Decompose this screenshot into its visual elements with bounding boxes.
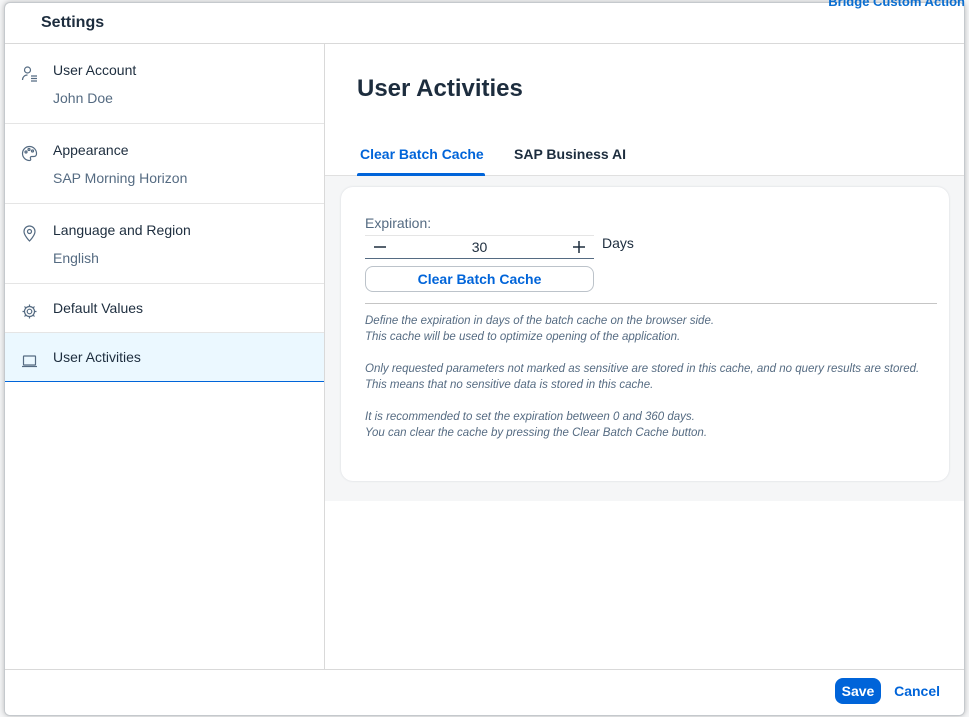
dialog-title: Settings bbox=[5, 3, 964, 44]
sidebar-item-appearance[interactable]: Appearance SAP Morning Horizon bbox=[5, 124, 324, 204]
sidebar-item-label: User Account bbox=[53, 62, 137, 78]
tab-content-area: Expiration: 30 Days Clear Batch Cache De… bbox=[325, 176, 964, 501]
gear-icon bbox=[5, 284, 53, 332]
tab-sap-business-ai[interactable]: SAP Business AI bbox=[514, 146, 626, 162]
expiration-input[interactable]: 30 bbox=[395, 239, 564, 255]
help-line: It is recommended to set the expiration … bbox=[365, 411, 695, 423]
cancel-button[interactable]: Cancel bbox=[894, 678, 940, 704]
sidebar-item-language-region[interactable]: Language and Region English bbox=[5, 204, 324, 284]
sidebar-item-user-activities[interactable]: User Activities bbox=[5, 333, 324, 382]
clear-batch-cache-button[interactable]: Clear Batch Cache bbox=[365, 266, 594, 292]
settings-dialog: Settings User Account John Doe Appearanc… bbox=[4, 2, 965, 716]
sidebar-item-sublabel: SAP Morning Horizon bbox=[53, 170, 188, 186]
tab-bar: Clear Batch Cache SAP Business AI bbox=[325, 132, 964, 176]
palette-icon bbox=[5, 124, 53, 203]
minus-icon bbox=[374, 246, 386, 248]
dialog-footer: Save Cancel bbox=[5, 669, 964, 715]
sidebar-item-user-account[interactable]: User Account John Doe bbox=[5, 44, 324, 124]
save-button[interactable]: Save bbox=[835, 678, 881, 704]
background-peek-text: Bridge Custom Action bbox=[828, 0, 965, 9]
sidebar-item-label: Language and Region bbox=[53, 222, 191, 238]
settings-sidebar: User Account John Doe Appearance SAP Mor… bbox=[5, 44, 325, 669]
batch-cache-card: Expiration: 30 Days Clear Batch Cache De… bbox=[341, 187, 949, 481]
page-title: User Activities bbox=[357, 75, 523, 102]
help-paragraph: Only requested parameters not marked as … bbox=[365, 361, 941, 393]
help-paragraph: It is recommended to set the expiration … bbox=[365, 409, 941, 441]
laptop-icon bbox=[5, 333, 53, 381]
expiration-stepper: 30 bbox=[365, 235, 594, 259]
days-unit-label: Days bbox=[602, 235, 634, 251]
sidebar-item-sublabel: English bbox=[53, 250, 99, 266]
settings-content: User Activities Clear Batch Cache SAP Bu… bbox=[325, 44, 964, 669]
help-line: You can clear the cache by pressing the … bbox=[365, 427, 708, 439]
expiration-label: Expiration: bbox=[365, 215, 432, 231]
divider bbox=[365, 303, 937, 304]
increment-button[interactable] bbox=[564, 236, 594, 258]
sidebar-item-default-values[interactable]: Default Values bbox=[5, 284, 324, 333]
user-settings-icon bbox=[5, 44, 53, 123]
sidebar-item-label: Default Values bbox=[53, 300, 144, 316]
help-line: This means that no sensitive data is sto… bbox=[365, 379, 654, 391]
tab-clear-batch-cache[interactable]: Clear Batch Cache bbox=[360, 146, 484, 162]
help-line: Define the expiration in days of the bat… bbox=[365, 315, 715, 327]
help-line: Only requested parameters not marked as … bbox=[365, 363, 920, 375]
help-text: Define the expiration in days of the bat… bbox=[365, 313, 941, 457]
help-paragraph: Define the expiration in days of the bat… bbox=[365, 313, 941, 345]
sidebar-item-label: User Activities bbox=[53, 349, 141, 365]
decrement-button[interactable] bbox=[365, 236, 395, 258]
plus-icon bbox=[573, 241, 585, 253]
sidebar-item-label: Appearance bbox=[53, 142, 129, 158]
sidebar-item-sublabel: John Doe bbox=[53, 90, 113, 106]
help-line: This cache will be used to optimize open… bbox=[365, 331, 681, 343]
location-pin-icon bbox=[5, 204, 53, 283]
